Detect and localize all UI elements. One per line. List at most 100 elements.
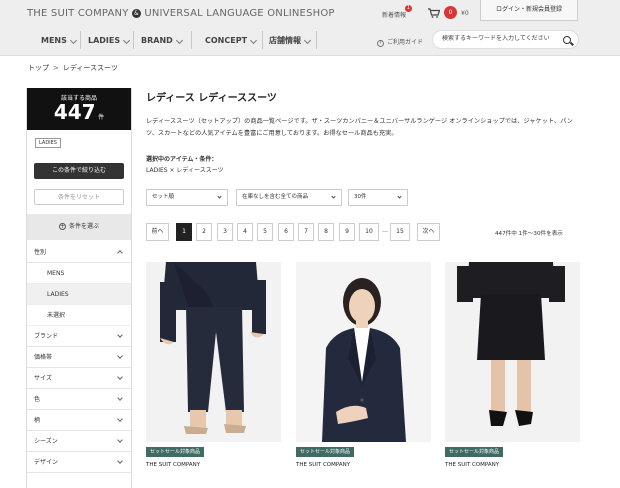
pager-page[interactable]: 1 bbox=[176, 223, 192, 241]
filter-sidebar: 該当する商品 447 件 LADIES この条件で絞り込む 条件をリセット + 条… bbox=[26, 88, 132, 488]
pager-page[interactable]: 7 bbox=[298, 223, 314, 241]
nav-divider bbox=[191, 31, 192, 49]
apply-filter-button[interactable]: この条件で絞り込む bbox=[34, 163, 124, 179]
product-photo bbox=[445, 262, 580, 442]
stock-select-value: 在庫なしを含む全ての商品 bbox=[242, 194, 309, 200]
nav-divider bbox=[133, 31, 134, 49]
sale-badge: セットセール対象商品 bbox=[445, 447, 504, 457]
search-icon[interactable] bbox=[563, 36, 571, 44]
pager-info: 447件中 1件〜30件を表示 bbox=[495, 231, 563, 237]
chevron-down-icon bbox=[175, 36, 183, 44]
chevron-down-icon bbox=[117, 458, 123, 464]
result-count-value: 447 bbox=[53, 100, 96, 124]
result-count-box: 該当する商品 447 件 bbox=[26, 88, 132, 130]
pager-page[interactable]: 2 bbox=[196, 223, 212, 241]
gender-option-mens[interactable]: MENS bbox=[26, 263, 132, 284]
sale-badge: セットセール対象商品 bbox=[146, 447, 205, 457]
facet-pattern[interactable]: 柄 bbox=[26, 410, 132, 431]
pager-page[interactable]: 4 bbox=[237, 223, 253, 241]
product-photo bbox=[296, 262, 431, 442]
chevron-down-icon bbox=[117, 437, 123, 443]
facet-label: 価格帯 bbox=[34, 354, 53, 361]
nav-concept[interactable]: CONCEPT bbox=[205, 33, 258, 47]
logo-amp: & bbox=[131, 9, 141, 18]
facet-label: 色 bbox=[34, 396, 41, 403]
chevron-down-icon bbox=[123, 36, 131, 44]
question-icon: ? bbox=[377, 40, 384, 47]
cart-count-badge: 0 bbox=[444, 6, 457, 19]
pager-page[interactable]: 3 bbox=[217, 223, 233, 241]
facet-price[interactable]: 価格帯 bbox=[26, 347, 132, 368]
chevron-down-icon bbox=[217, 194, 222, 199]
product-image-1[interactable] bbox=[146, 262, 281, 442]
facet-season[interactable]: シーズン bbox=[26, 431, 132, 452]
gender-option-unselected[interactable]: 未選択 bbox=[26, 305, 132, 326]
cart-icon[interactable] bbox=[428, 8, 440, 18]
nav-label: 店舗情報 bbox=[269, 35, 301, 45]
pager-page[interactable]: 10 bbox=[359, 223, 379, 241]
choose-conditions-label: 条件を選ぶ bbox=[68, 223, 99, 230]
product-image-3[interactable] bbox=[445, 262, 580, 442]
sale-badge: セットセール対象商品 bbox=[296, 447, 355, 457]
nav-divider bbox=[316, 31, 317, 49]
logo-text-right: UNIVERSAL LANGUAGE ONLINESHOP bbox=[144, 8, 335, 19]
logo-text-left: THE SUIT COMPANY bbox=[27, 8, 129, 19]
cart-total: ¥0 bbox=[461, 10, 469, 17]
per-page-select-value: 30件 bbox=[354, 194, 367, 200]
reset-filter-button[interactable]: 条件をリセット bbox=[34, 189, 124, 205]
nav-mens[interactable]: MENS bbox=[41, 33, 77, 47]
nav-stores[interactable]: 店舗情報 bbox=[269, 33, 312, 47]
facet-label: デザイン bbox=[34, 459, 59, 466]
news-link[interactable]: 新着情報 bbox=[382, 10, 406, 19]
breadcrumb-home[interactable]: トップ bbox=[28, 64, 49, 72]
search-box bbox=[432, 30, 579, 49]
gender-option-ladies[interactable]: LADIES bbox=[26, 284, 132, 305]
site-header: THE SUIT COMPANY & UNIVERSAL LANGUAGE ON… bbox=[0, 0, 620, 56]
selected-conditions-value: LADIES × レディーススーツ bbox=[146, 167, 224, 174]
nav-divider bbox=[80, 31, 81, 49]
product-image-2[interactable] bbox=[296, 262, 431, 442]
pager-page[interactable]: 15 bbox=[390, 223, 410, 241]
facet-label: ブランド bbox=[34, 333, 59, 340]
sort-select-value: セット順 bbox=[152, 194, 175, 200]
chevron-down-icon bbox=[331, 194, 336, 199]
nav-divider bbox=[262, 31, 263, 49]
chevron-down-icon bbox=[303, 36, 312, 44]
chevron-down-icon bbox=[117, 395, 123, 401]
search-input[interactable] bbox=[442, 35, 562, 42]
facet-label: 柄 bbox=[34, 417, 41, 424]
site-logo[interactable]: THE SUIT COMPANY & UNIVERSAL LANGUAGE ON… bbox=[27, 8, 335, 19]
facet-label: サイズ bbox=[34, 375, 52, 382]
chevron-down-icon bbox=[117, 416, 123, 422]
per-page-select[interactable]: 30件 bbox=[348, 189, 408, 206]
product-photo bbox=[146, 262, 281, 442]
chevron-down-icon bbox=[117, 332, 123, 338]
choose-conditions-header[interactable]: + 条件を選ぶ bbox=[26, 214, 132, 240]
pager-prev[interactable]: 前へ bbox=[146, 223, 169, 241]
facet-gender[interactable]: 性別 bbox=[26, 242, 132, 263]
product-brand: THE SUIT COMPANY bbox=[296, 462, 351, 468]
login-register-button[interactable]: ログイン・新規会員登録 bbox=[480, 0, 578, 21]
plus-circle-icon: + bbox=[58, 223, 66, 230]
active-filter-tag[interactable]: LADIES bbox=[35, 138, 61, 148]
page-title: レディース レディーススーツ bbox=[146, 93, 277, 104]
pager-page[interactable]: 6 bbox=[278, 223, 294, 241]
sort-select[interactable]: セット順 bbox=[146, 189, 228, 206]
selected-conditions-label: 選択中のアイテム・条件： bbox=[146, 156, 218, 163]
facet-size[interactable]: サイズ bbox=[26, 368, 132, 389]
facet-color[interactable]: 色 bbox=[26, 389, 132, 410]
stock-select[interactable]: 在庫なしを含む全ての商品 bbox=[236, 189, 342, 206]
pager-page[interactable]: 8 bbox=[318, 223, 334, 241]
nav-label: MENS bbox=[41, 35, 67, 45]
guide-link[interactable]: ? ご利用ガイド bbox=[377, 37, 423, 47]
pager-page[interactable]: 9 bbox=[339, 223, 355, 241]
pager-page[interactable]: 5 bbox=[257, 223, 273, 241]
nav-label: BRAND bbox=[141, 35, 173, 45]
breadcrumb-separator: > bbox=[53, 64, 59, 72]
nav-brand[interactable]: BRAND bbox=[141, 33, 183, 47]
facet-brand[interactable]: ブランド bbox=[26, 326, 132, 347]
nav-ladies[interactable]: LADIES bbox=[88, 33, 131, 47]
chevron-up-icon bbox=[117, 250, 123, 256]
pager-next[interactable]: 次へ bbox=[417, 223, 440, 241]
facet-design[interactable]: デザイン bbox=[26, 452, 132, 473]
